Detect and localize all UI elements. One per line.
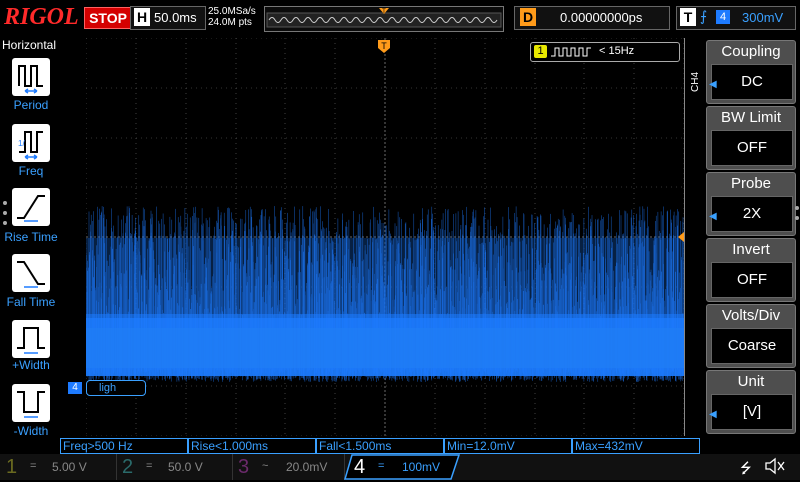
waveform-canvas: T	[85, 37, 685, 437]
volts-div-menu[interactable]: Volts/Div Coarse	[706, 304, 796, 368]
frequency-counter: 1 < 15Hz	[530, 42, 680, 62]
speaker-mute-icon[interactable]	[764, 456, 786, 476]
measurement-rise[interactable]: Rise<1.000ms	[188, 438, 316, 454]
counter-value: < 15Hz	[599, 45, 635, 57]
counter-channel-badge: 1	[534, 45, 547, 58]
run-stop-status[interactable]: STOP	[84, 7, 132, 29]
ch3-scale: 20.0mV	[286, 460, 328, 474]
ch2-coupling: =	[146, 460, 153, 472]
period-label: Period	[13, 98, 49, 112]
bw-limit-value: OFF	[711, 130, 793, 166]
waveform-display[interactable]: T	[85, 37, 685, 437]
svg-text:1/: 1/	[18, 139, 25, 148]
horizontal-label: H	[134, 8, 150, 26]
channel-3-status[interactable]: 3 ~ 20.0mV	[232, 454, 345, 480]
negative-width-icon	[17, 391, 45, 418]
pulse-icon	[551, 47, 591, 57]
memory-waveform-preview: T	[266, 8, 502, 28]
ch4-offset-marker[interactable]: 4	[68, 382, 82, 394]
ch2-scale: 50.0 V	[168, 460, 203, 474]
invert-title: Invert	[732, 241, 770, 258]
period-icon	[18, 65, 43, 94]
rise-time-label: Rise Time	[4, 230, 58, 244]
coupling-arrow-icon: ◀	[709, 79, 717, 90]
ch4-trace	[85, 206, 684, 382]
rising-edge-icon: ⨍	[700, 8, 708, 24]
measurement-max[interactable]: Max=432mV	[572, 438, 700, 454]
unit-value: [V]	[711, 394, 793, 430]
trigger-level: 300mV	[742, 10, 784, 25]
delay-value: 0.00000000ps	[560, 10, 643, 25]
left-page-dots	[2, 200, 8, 230]
negative-width-button[interactable]	[12, 384, 50, 422]
menu-channel-tag: CH4	[690, 71, 701, 92]
trigger-position-marker: T	[378, 40, 390, 53]
trigger-label: T	[680, 8, 696, 26]
ch3-coupling: ~	[262, 460, 269, 472]
invert-menu[interactable]: Invert OFF	[706, 238, 796, 302]
bw-limit-title: BW Limit	[721, 109, 781, 126]
brand-logo: RIGOL	[4, 4, 79, 30]
ch4-scale: 100mV	[402, 460, 441, 474]
usb-icon: ⭍	[740, 460, 752, 476]
fall-time-button[interactable]	[12, 254, 50, 292]
ch1-coupling: =	[30, 460, 37, 472]
probe-title: Probe	[730, 175, 772, 192]
invert-value: OFF	[711, 262, 793, 298]
sample-rate: 25.0MSa/s	[208, 6, 256, 17]
timebase-value: 50.0ms	[154, 10, 197, 25]
coupling-value: DC	[711, 64, 793, 100]
right-page-dots	[794, 205, 800, 225]
probe-menu[interactable]: Probe 2X ◀	[706, 172, 796, 236]
channel-4-status[interactable]: 4 = 100mV	[344, 454, 460, 480]
fall-time-icon	[17, 261, 45, 288]
positive-width-button[interactable]	[12, 320, 50, 358]
ch4-coupling: =	[378, 460, 385, 472]
negative-width-label: -Width	[13, 424, 49, 438]
delay-label: D	[520, 8, 536, 26]
rise-time-button[interactable]	[12, 188, 50, 226]
probe-value: 2X	[711, 196, 793, 232]
volts-div-value: Coarse	[711, 328, 793, 364]
period-button[interactable]	[12, 58, 50, 96]
ch1-number: 1	[6, 456, 18, 478]
measurement-freq[interactable]: Freq>500 Hz	[60, 438, 188, 454]
volts-div-title: Volts/Div	[721, 307, 781, 324]
svg-text:T: T	[381, 41, 387, 51]
unit-menu[interactable]: Unit [V] ◀	[706, 370, 796, 434]
ch4-number: 4	[354, 456, 366, 478]
channel-1-status[interactable]: 1 = 5.00 V	[0, 454, 117, 480]
channel-2-status[interactable]: 2 = 50.0 V	[116, 454, 233, 480]
frequency-icon: 1/	[18, 131, 43, 160]
positive-width-label: +Width	[12, 358, 50, 372]
rise-time-icon	[17, 195, 45, 222]
trigger-source: 4	[716, 10, 730, 24]
left-menu-title: Horizontal	[2, 38, 57, 52]
ch2-number: 2	[122, 456, 134, 478]
ch4-label-tag: ligh	[86, 380, 146, 396]
probe-arrow-icon: ◀	[709, 211, 717, 222]
freq-button[interactable]: 1/	[12, 124, 50, 162]
ch3-number: 3	[238, 456, 250, 478]
unit-arrow-icon: ◀	[709, 409, 717, 420]
measurement-fall[interactable]: Fall<1.500ms	[316, 438, 444, 454]
coupling-menu[interactable]: Coupling DC ◀	[706, 40, 796, 104]
svg-text:T: T	[382, 9, 386, 15]
ch1-scale: 5.00 V	[52, 460, 87, 474]
positive-width-icon	[17, 327, 45, 354]
memory-overview-bar[interactable]: T	[264, 6, 504, 32]
fall-time-label: Fall Time	[6, 295, 56, 309]
unit-title: Unit	[737, 373, 765, 390]
memory-depth: 24.0M pts	[208, 17, 252, 28]
bw-limit-menu[interactable]: BW Limit OFF	[706, 106, 796, 170]
coupling-title: Coupling	[721, 43, 781, 60]
measurement-min[interactable]: Min=12.0mV	[444, 438, 572, 454]
freq-label: Freq	[18, 164, 44, 178]
sample-info: 25.0MSa/s 24.0M pts	[208, 6, 256, 28]
